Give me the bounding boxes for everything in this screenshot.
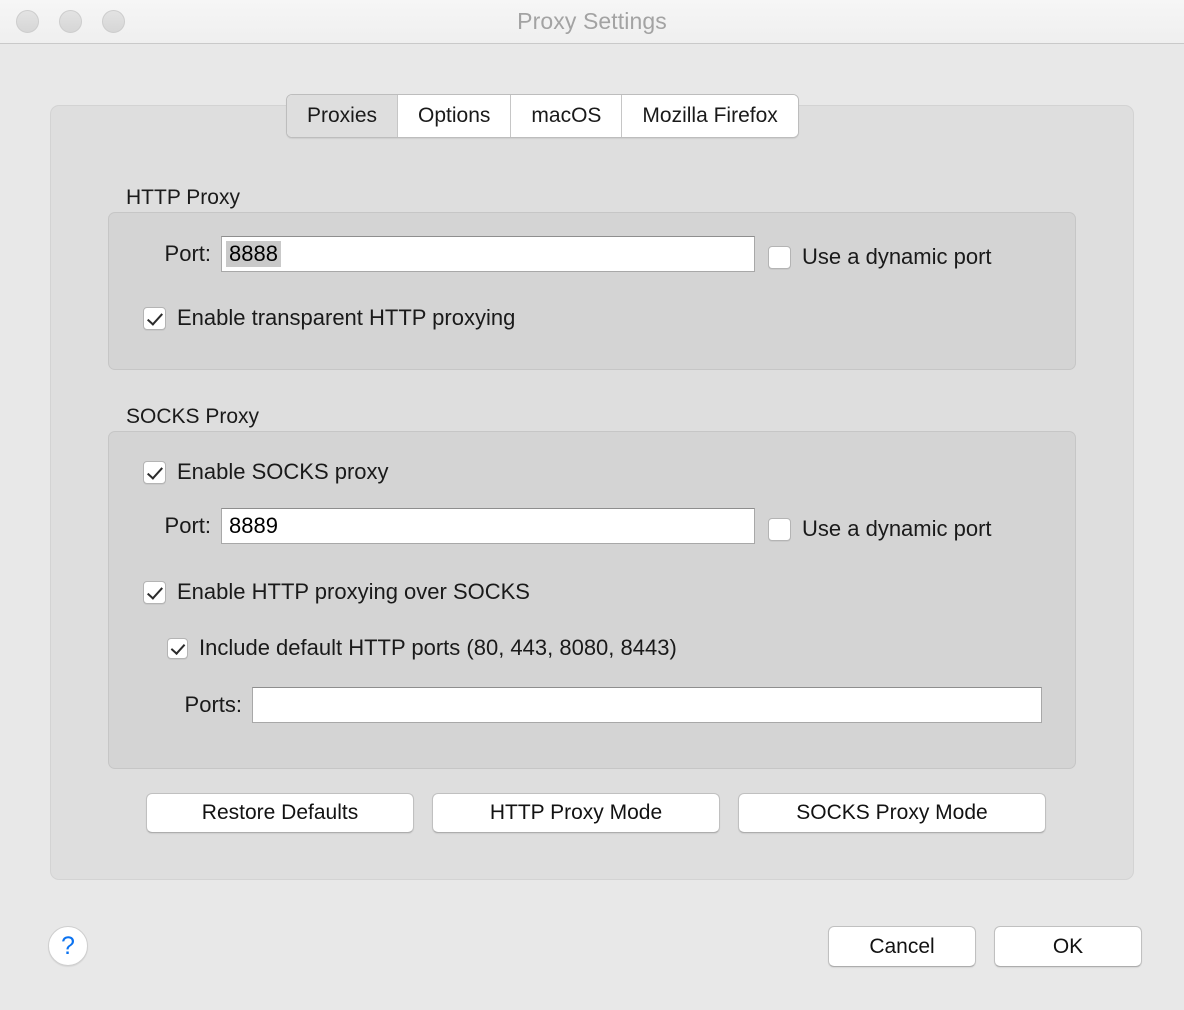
http-transparent-proxying-label: Enable transparent HTTP proxying [177, 305, 516, 330]
tab-options[interactable]: Options [398, 95, 512, 137]
socks-dynamic-port-label: Use a dynamic port [802, 516, 992, 541]
question-mark-icon: ? [61, 931, 75, 960]
socks-port-row: Port: 8889 [139, 508, 755, 544]
mode-buttons-row: Restore Defaults HTTP Proxy Mode SOCKS P… [146, 793, 1046, 833]
ok-button[interactable]: OK [994, 926, 1142, 967]
http-dynamic-port-label: Use a dynamic port [802, 244, 992, 269]
checkbox-box-icon [768, 517, 791, 541]
socks-port-value: 8889 [229, 512, 278, 538]
checkbox-check-icon [143, 460, 166, 484]
checkbox-box-icon [768, 245, 791, 269]
proxy-settings-window: Proxy Settings Proxies Options macOS Moz… [0, 0, 1184, 1010]
socks-proxy-mode-button[interactable]: SOCKS Proxy Mode [738, 793, 1046, 833]
socks-default-http-ports-checkbox[interactable]: Include default HTTP ports (80, 443, 808… [167, 635, 677, 661]
restore-defaults-button[interactable]: Restore Defaults [146, 793, 414, 833]
socks-dynamic-port-checkbox[interactable]: Use a dynamic port [768, 516, 992, 542]
help-button[interactable]: ? [48, 926, 88, 966]
socks-http-over-socks-label: Enable HTTP proxying over SOCKS [177, 579, 530, 604]
http-port-label: Port: [164, 241, 211, 266]
socks-enable-checkbox[interactable]: Enable SOCKS proxy [143, 459, 389, 485]
socks-http-over-socks-checkbox[interactable]: Enable HTTP proxying over SOCKS [143, 579, 530, 605]
socks-ports-value [257, 704, 263, 706]
socks-port-label: Port: [164, 513, 211, 538]
http-port-value: 8888 [226, 240, 281, 268]
socks-ports-label: Ports: [184, 692, 242, 717]
socks-ports-input[interactable] [252, 687, 1042, 723]
cancel-button[interactable]: Cancel [828, 926, 976, 967]
window-title: Proxy Settings [517, 8, 667, 34]
http-proxy-mode-button[interactable]: HTTP Proxy Mode [432, 793, 720, 833]
http-proxy-group-label: HTTP Proxy [126, 186, 240, 209]
checkbox-check-icon [167, 637, 188, 659]
tab-proxies[interactable]: Proxies [287, 95, 399, 137]
checkbox-check-icon [143, 580, 166, 604]
http-port-input[interactable]: 8888 [221, 236, 755, 272]
tab-macos[interactable]: macOS [511, 95, 623, 137]
http-dynamic-port-checkbox[interactable]: Use a dynamic port [768, 244, 992, 270]
socks-enable-label: Enable SOCKS proxy [177, 459, 389, 484]
http-port-row: Port: 8888 [139, 236, 755, 272]
http-transparent-proxying-checkbox[interactable]: Enable transparent HTTP proxying [143, 305, 515, 331]
title-bar: Proxy Settings [0, 0, 1184, 44]
socks-ports-row: Ports: [162, 687, 1042, 723]
tab-bar: Proxies Options macOS Mozilla Firefox [286, 94, 799, 138]
checkbox-check-icon [143, 306, 166, 330]
tab-mozilla-firefox[interactable]: Mozilla Firefox [622, 95, 798, 137]
socks-port-input[interactable]: 8889 [221, 508, 755, 544]
socks-default-http-ports-label: Include default HTTP ports (80, 443, 808… [199, 635, 677, 660]
socks-proxy-group-label: SOCKS Proxy [126, 405, 260, 428]
dialog-buttons: Cancel OK [828, 926, 1142, 967]
